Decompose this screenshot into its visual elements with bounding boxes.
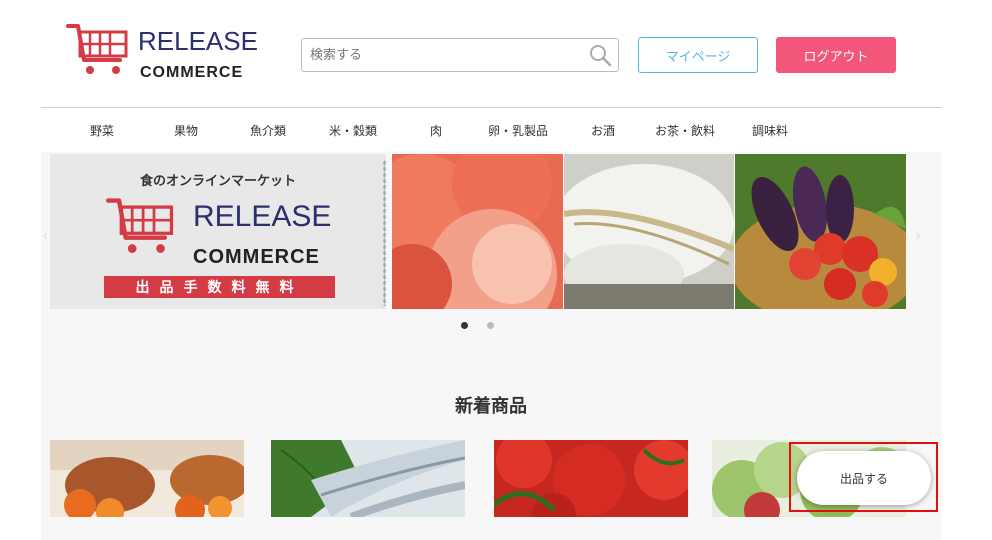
sell-button[interactable]: 出品する [797, 451, 931, 505]
peach-photo [392, 154, 563, 309]
vegetables-photo [735, 154, 906, 309]
nav-item-eggs-dairy[interactable]: 卵・乳製品 [488, 122, 548, 139]
nav-item-seasonings[interactable]: 調味料 [752, 122, 788, 139]
new-products-title: 新着商品 [455, 396, 527, 417]
slider-prev-icon[interactable]: ‹ [42, 226, 48, 245]
product-card-fish[interactable] [271, 440, 465, 517]
cart-icon [106, 198, 174, 253]
product-card-tomatoes[interactable] [494, 440, 688, 517]
slider-dot[interactable] [487, 322, 494, 329]
site-logo[interactable]: RELEASE COMMERCE [66, 20, 258, 86]
logo-wordmark-top: RELEASE [138, 26, 258, 56]
nav-item-vegetables[interactable]: 野菜 [90, 122, 114, 139]
nav-item-tea-drinks[interactable]: お茶・飲料 [655, 122, 715, 139]
hero-slider[interactable]: 食のオンラインマーケット RELEASE COMMERCE 出品手数料無料 [50, 154, 906, 309]
logout-button[interactable]: ログアウト [776, 37, 896, 73]
site-header: RELEASE COMMERCE マイページ ログアウト [0, 0, 992, 108]
mypage-button[interactable]: マイページ [638, 37, 758, 73]
hero-dotted-divider [383, 160, 386, 306]
slider-dot-active[interactable] [461, 322, 468, 329]
hero-tagline: 食のオンラインマーケット [139, 174, 296, 189]
nav-item-rice-grains[interactable]: 米・穀類 [329, 122, 377, 139]
logo-wordmark-bottom: COMMERCE [140, 64, 244, 81]
search-box [301, 38, 619, 72]
hero-free-fee-band: 出品手数料無料 [104, 276, 335, 298]
nav-item-seafood[interactable]: 魚介類 [250, 122, 286, 139]
nav-item-fruits[interactable]: 果物 [174, 122, 198, 139]
slider-next-icon[interactable]: › [915, 226, 921, 245]
nav-item-alcohol[interactable]: お酒 [591, 122, 615, 139]
rice-photo [564, 154, 734, 309]
hero-banner: 食のオンラインマーケット RELEASE COMMERCE 出品手数料無料 [50, 154, 386, 309]
category-nav: 野菜 果物 魚介類 米・穀類 肉 卵・乳製品 お酒 お茶・飲料 調味料 [41, 108, 941, 152]
nav-item-meat[interactable]: 肉 [430, 122, 442, 139]
hero-logo-bottom: COMMERCE [193, 246, 320, 268]
search-icon[interactable] [588, 43, 612, 67]
search-input[interactable] [310, 39, 580, 71]
product-card-crab[interactable] [50, 440, 244, 517]
hero-logo-top: RELEASE [193, 200, 332, 233]
cart-icon [66, 24, 128, 74]
